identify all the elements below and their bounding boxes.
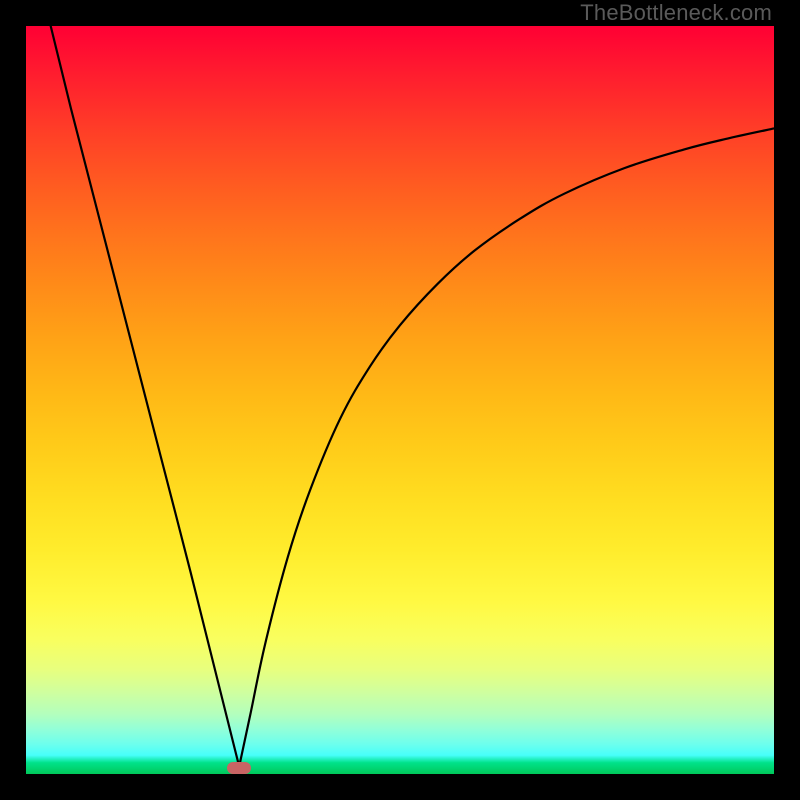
curve-left-branch (51, 26, 239, 767)
curve-right-branch (239, 128, 774, 766)
chart-frame: TheBottleneck.com (0, 0, 800, 800)
watermark-text: TheBottleneck.com (580, 0, 772, 26)
plot-area (26, 26, 774, 774)
curve-svg (26, 26, 774, 774)
optimum-marker (227, 762, 251, 774)
